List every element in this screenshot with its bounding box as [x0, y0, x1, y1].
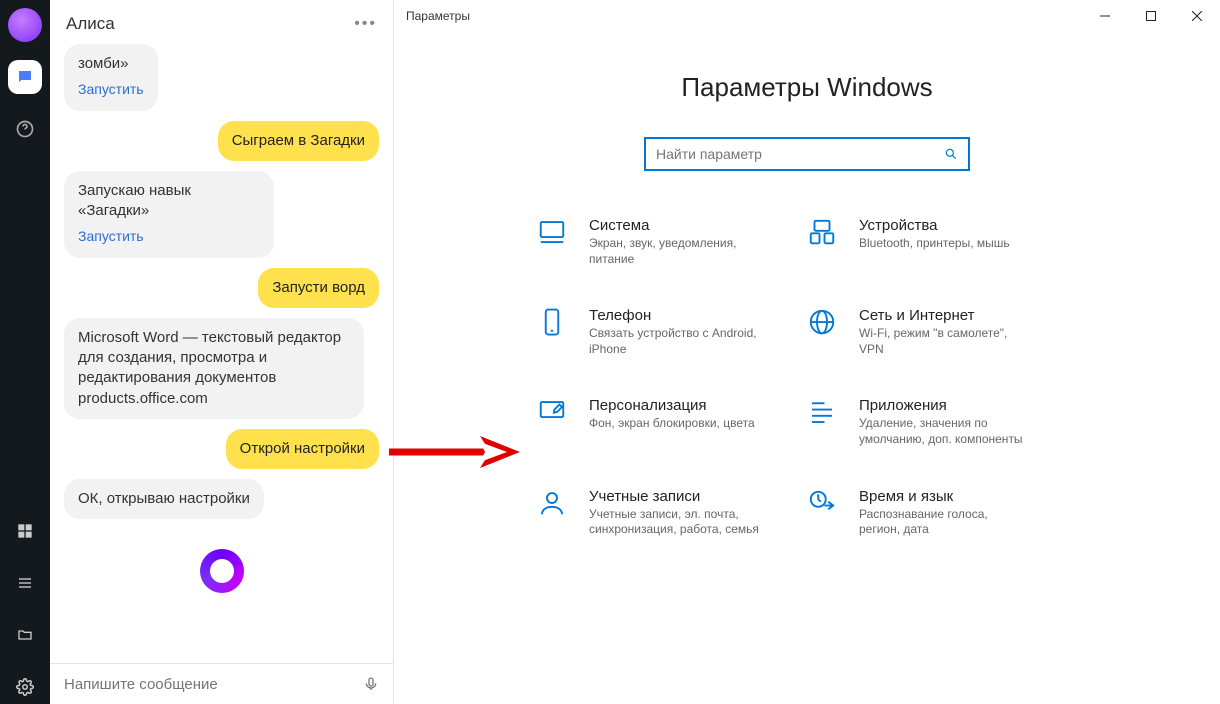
bot-message: Microsoft Word — текстовый редактор для …	[64, 318, 364, 419]
settings-tile-monitor[interactable]: Система Экран, звук, уведомления, питание	[537, 217, 807, 267]
tile-subtitle: Экран, звук, уведомления, питание	[589, 236, 759, 267]
chat-icon[interactable]	[8, 60, 42, 94]
window-controls	[1082, 0, 1220, 32]
launch-link[interactable]: Запустить	[78, 227, 144, 246]
user-message: Открой настройки	[226, 429, 379, 469]
list-icon[interactable]	[8, 566, 42, 600]
launch-link[interactable]: Запустить	[78, 80, 144, 99]
settings-tile-account[interactable]: Учетные записи Учетные записи, эл. почта,…	[537, 488, 807, 538]
mic-icon[interactable]	[363, 674, 379, 694]
devices-icon	[807, 217, 841, 251]
settings-window: Параметры Параметры Windows Система Экран…	[394, 0, 1220, 704]
settings-grid: Система Экран, звук, уведомления, питание…	[537, 217, 1077, 538]
personalize-icon	[537, 397, 571, 431]
message-list: зомби» Запустить Сыграем в Загадки Запус…	[50, 44, 393, 663]
tile-subtitle: Фон, экран блокировки, цвета	[589, 416, 755, 432]
gear-icon[interactable]	[8, 670, 42, 704]
tile-title: Персонализация	[589, 397, 755, 414]
tile-subtitle: Удаление, значения по умолчанию, доп. ко…	[859, 416, 1029, 447]
settings-tile-apps[interactable]: Приложения Удаление, значения по умолчани…	[807, 397, 1077, 447]
window-title: Параметры	[406, 9, 470, 23]
chat-header: Алиса •••	[50, 0, 393, 44]
settings-search[interactable]	[644, 137, 970, 171]
close-button[interactable]	[1174, 0, 1220, 32]
voice-orb-icon[interactable]	[200, 549, 244, 593]
tile-subtitle: Связать устройство с Android, iPhone	[589, 326, 759, 357]
minimize-button[interactable]	[1082, 0, 1128, 32]
message-text: зомби»	[78, 54, 144, 74]
tile-title: Время и язык	[859, 488, 1029, 505]
tile-subtitle: Bluetooth, принтеры, мышь	[859, 236, 1010, 252]
alisa-orb-icon[interactable]	[8, 8, 42, 42]
help-icon[interactable]	[8, 112, 42, 146]
user-message: Запусти ворд	[258, 268, 379, 308]
tile-title: Устройства	[859, 217, 1010, 234]
user-message: Сыграем в Загадки	[218, 121, 379, 161]
start-icon[interactable]	[8, 514, 42, 548]
chat-input-bar	[50, 663, 393, 704]
bot-message: ОК, открываю настройки	[64, 479, 264, 519]
settings-heading: Параметры Windows	[681, 72, 932, 103]
search-input[interactable]	[656, 146, 944, 162]
message-input[interactable]	[64, 676, 353, 693]
tile-title: Учетные записи	[589, 488, 759, 505]
apps-icon	[807, 397, 841, 431]
settings-tile-time-lang[interactable]: Время и язык Распознавание голоса, регион…	[807, 488, 1077, 538]
tile-title: Приложения	[859, 397, 1029, 414]
tile-subtitle: Распознавание голоса, регион, дата	[859, 507, 1029, 538]
settings-tile-devices[interactable]: Устройства Bluetooth, принтеры, мышь	[807, 217, 1077, 267]
tile-title: Сеть и Интернет	[859, 307, 1029, 324]
time-lang-icon	[807, 488, 841, 522]
tile-title: Система	[589, 217, 759, 234]
monitor-icon	[537, 217, 571, 251]
settings-body: Параметры Windows Система Экран, звук, ув…	[394, 32, 1220, 704]
tile-subtitle: Wi-Fi, режим "в самолете", VPN	[859, 326, 1029, 357]
bot-message: Запускаю навык «Загадки» Запустить	[64, 171, 274, 258]
settings-tile-globe[interactable]: Сеть и Интернет Wi-Fi, режим "в самолете"…	[807, 307, 1077, 357]
folder-icon[interactable]	[8, 618, 42, 652]
tile-subtitle: Учетные записи, эл. почта, синхронизация…	[589, 507, 759, 538]
globe-icon	[807, 307, 841, 341]
account-icon	[537, 488, 571, 522]
bot-message: зомби» Запустить	[64, 44, 158, 111]
phone-icon	[537, 307, 571, 341]
maximize-button[interactable]	[1128, 0, 1174, 32]
message-text: Запускаю навык «Загадки»	[78, 181, 260, 222]
nav-rail	[0, 0, 50, 704]
titlebar: Параметры	[394, 0, 1220, 32]
chat-panel: Алиса ••• зомби» Запустить Сыграем в Заг…	[50, 0, 394, 704]
menu-dots-icon[interactable]: •••	[354, 15, 377, 33]
settings-tile-personalize[interactable]: Персонализация Фон, экран блокировки, цве…	[537, 397, 807, 447]
search-icon	[944, 147, 958, 161]
settings-tile-phone[interactable]: Телефон Связать устройство с Android, iPh…	[537, 307, 807, 357]
chat-title: Алиса	[66, 14, 115, 34]
tile-title: Телефон	[589, 307, 759, 324]
